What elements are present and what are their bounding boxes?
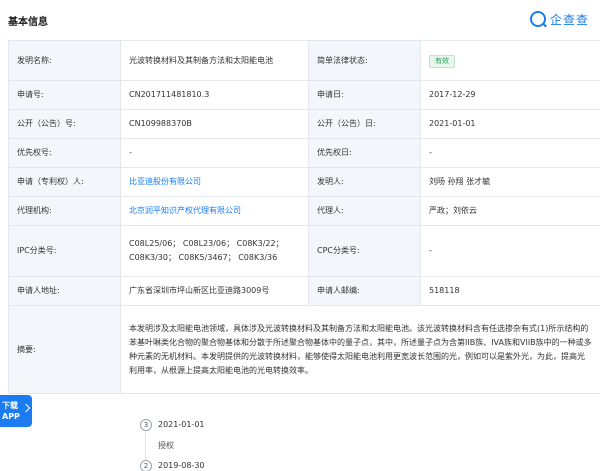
agency-label: 代理机构: xyxy=(8,196,121,226)
applicant-postcode-value: 518118 xyxy=(420,276,600,306)
ipc-value: C08L25/06； C08L23/06； C08K3/22； C08K3/30… xyxy=(120,225,309,277)
table-row: 公开（公告）号: CN109988370B 公开（公告）日: 2021-01-0… xyxy=(8,109,600,139)
timeline-status: 授权 xyxy=(158,441,174,450)
application-number-value: CN201711481810.3 xyxy=(120,80,309,110)
timeline-step-number: 3 xyxy=(140,419,152,431)
cpc-value: - xyxy=(420,225,600,277)
priority-number-value: - xyxy=(120,138,309,168)
table-row: 申请（专利权）人: 比亚迪股份有限公司 发明人: 刘旸 孙翔 张才毓 xyxy=(8,167,600,197)
cpc-label: CPC分类号: xyxy=(308,225,421,277)
agent-value: 严政；刘依云 xyxy=(420,196,600,226)
timeline-date: 2019-08-30 xyxy=(158,461,205,470)
table-row: 申请人地址: 广东省深圳市坪山新区比亚迪路3009号 申请人邮编: 518118 xyxy=(8,276,600,306)
table-row: 优先权号: - 优先权日: - xyxy=(8,138,600,168)
brand-name: 企查查 xyxy=(550,12,590,27)
timeline-step-number: 2 xyxy=(140,460,152,471)
table-row: IPC分类号: C08L25/06； C08L23/06； C08K3/22； … xyxy=(8,225,600,277)
publication-number-label: 公开（公告）号: xyxy=(8,109,121,139)
section-title: 基本信息 xyxy=(8,17,48,28)
applicant-cell: 比亚迪股份有限公司 xyxy=(120,167,309,197)
application-number-label: 申请号: xyxy=(8,80,121,110)
brand-logo[interactable]: 企查查 xyxy=(530,10,589,28)
application-date-label: 申请日: xyxy=(308,80,421,110)
download-app-button[interactable]: 下载 APP xyxy=(0,395,32,427)
legal-status-cell: 有效 xyxy=(420,40,600,81)
abstract-label: 摘要: xyxy=(8,305,121,394)
download-app-label: APP xyxy=(2,412,20,421)
abstract-value: 本发明涉及太阳能电池领域，具体涉及光波转换材料及其制备方法和太阳能电池。该光波转… xyxy=(120,305,600,394)
applicant-address-value: 广东省深圳市坪山新区比亚迪路3009号 xyxy=(120,276,309,306)
application-date-value: 2017-12-29 xyxy=(420,80,600,110)
table-row: 申请号: CN201711481810.3 申请日: 2017-12-29 xyxy=(8,80,600,110)
priority-number-label: 优先权号: xyxy=(8,138,121,168)
publication-number-value: CN109988370B xyxy=(120,109,309,139)
priority-date-label: 优先权日: xyxy=(308,138,421,168)
applicant-label: 申请（专利权）人: xyxy=(8,167,121,197)
agency-link[interactable]: 北京润平知识产权代理有限公司 xyxy=(129,206,241,215)
publication-date-value: 2021-01-01 xyxy=(420,109,600,139)
status-badge: 有效 xyxy=(429,54,455,68)
invention-name-value: 光波转换材料及其制备方法和太阳能电池 xyxy=(120,40,309,81)
table-row: 摘要: 本发明涉及太阳能电池领域，具体涉及光波转换材料及其制备方法和太阳能电池。… xyxy=(8,305,600,394)
priority-date-value: - xyxy=(420,138,600,168)
ipc-label: IPC分类号: xyxy=(8,225,121,277)
section-header: 基本信息 企查查 xyxy=(0,0,600,38)
invention-name-label: 发明名称: xyxy=(8,40,121,81)
publication-date-label: 公开（公告）日: xyxy=(308,109,421,139)
agent-label: 代理人: xyxy=(308,196,421,226)
timeline-connector xyxy=(145,432,146,460)
applicant-postcode-label: 申请人邮编: xyxy=(308,276,421,306)
applicant-address-label: 申请人地址: xyxy=(8,276,121,306)
table-row: 发明名称: 光波转换材料及其制备方法和太阳能电池 简单法律状态: 有效 xyxy=(8,40,600,81)
agency-cell: 北京润平知识产权代理有限公司 xyxy=(120,196,309,226)
inventor-label: 发明人: xyxy=(308,167,421,197)
legal-status-label: 简单法律状态: xyxy=(308,40,421,81)
table-row: 代理机构: 北京润平知识产权代理有限公司 代理人: 严政；刘依云 xyxy=(8,196,600,226)
timeline-date: 2021-01-01 xyxy=(158,420,205,429)
applicant-link[interactable]: 比亚迪股份有限公司 xyxy=(129,177,201,186)
inventor-value: 刘旸 孙翔 张才毓 xyxy=(420,167,600,197)
qichacha-logo-icon xyxy=(530,11,546,27)
patent-info-table: 发明名称: 光波转换材料及其制备方法和太阳能电池 简单法律状态: 有效 申请号:… xyxy=(8,40,600,394)
